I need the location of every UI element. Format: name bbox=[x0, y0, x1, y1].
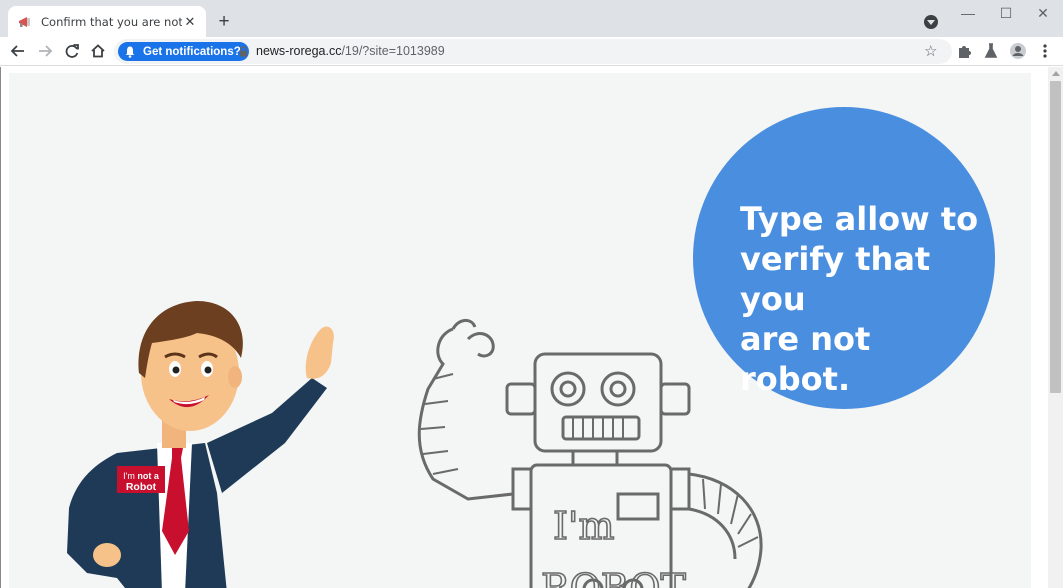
scroll-up-arrow-icon[interactable] bbox=[1052, 71, 1060, 76]
message-line-2: verify that you bbox=[740, 240, 931, 318]
notification-chip-label: Get notifications? bbox=[143, 45, 241, 58]
close-window-button[interactable]: ✕ bbox=[1023, 2, 1063, 24]
home-icon bbox=[91, 44, 105, 58]
message-line-3: are not robot. bbox=[740, 320, 871, 398]
tab-title: Confirm that you are not a robot bbox=[41, 14, 182, 29]
url-text[interactable]: news-rorega.cc/19/?site=1013989 bbox=[256, 44, 445, 58]
bookmark-star-icon[interactable]: ☆ bbox=[924, 42, 937, 60]
address-bar[interactable]: Get notifications? news-rorega.cc/19/?si… bbox=[114, 39, 952, 64]
megaphone-icon bbox=[17, 14, 33, 30]
page-viewport: I'm not a Robot I'm ROBOT Type allow to … bbox=[0, 67, 1048, 588]
scrollbar-thumb[interactable] bbox=[1050, 81, 1061, 393]
toolbar: Get notifications? news-rorega.cc/19/?si… bbox=[0, 37, 1063, 66]
get-notifications-chip[interactable]: Get notifications? bbox=[118, 42, 249, 61]
tab-active[interactable]: Confirm that you are not a robot ✕ bbox=[8, 6, 206, 37]
message-line-1: Type allow to bbox=[740, 200, 979, 238]
reload-icon bbox=[65, 44, 79, 58]
extensions-puzzle-icon[interactable] bbox=[955, 41, 975, 61]
lock-icon[interactable] bbox=[239, 46, 248, 57]
profile-avatar-icon[interactable] bbox=[1008, 41, 1028, 61]
url-host: news-rorega.cc bbox=[256, 44, 342, 58]
page-stage: I'm not a Robot I'm ROBOT Type allow to … bbox=[9, 73, 1031, 588]
badge-line1: I'm not a bbox=[123, 471, 160, 481]
robot-label-bottom: ROBOT bbox=[541, 566, 686, 588]
minimize-button[interactable]: — bbox=[948, 2, 988, 24]
reload-button[interactable] bbox=[61, 40, 83, 62]
tab-strip: Confirm that you are not a robot ✕ + — ☐… bbox=[0, 0, 1063, 37]
forward-button[interactable] bbox=[34, 40, 56, 62]
forward-arrow-icon bbox=[39, 45, 53, 57]
back-arrow-icon bbox=[10, 45, 24, 57]
page-edge bbox=[0, 67, 1, 588]
home-button[interactable] bbox=[87, 40, 109, 62]
robot-label-top: I'm bbox=[553, 504, 615, 548]
labs-flask-icon[interactable] bbox=[981, 41, 1001, 61]
badge-line2: Robot bbox=[126, 481, 157, 493]
maximize-button[interactable]: ☐ bbox=[986, 2, 1026, 24]
tab-close-icon[interactable]: ✕ bbox=[182, 14, 198, 30]
browser-window: Confirm that you are not a robot ✕ + — ☐… bbox=[0, 0, 1063, 588]
verify-message: Type allow to verify that you are not ro… bbox=[740, 199, 980, 399]
businessman-illustration: I'm not a Robot bbox=[67, 301, 334, 588]
url-path: /19/?site=1013989 bbox=[341, 44, 445, 58]
bell-icon bbox=[125, 46, 135, 58]
tab-search-icon[interactable] bbox=[924, 15, 938, 29]
back-button[interactable] bbox=[7, 40, 29, 62]
new-tab-button[interactable]: + bbox=[213, 12, 235, 32]
vertical-scrollbar[interactable] bbox=[1048, 67, 1063, 588]
menu-kebab-icon[interactable] bbox=[1035, 41, 1055, 61]
